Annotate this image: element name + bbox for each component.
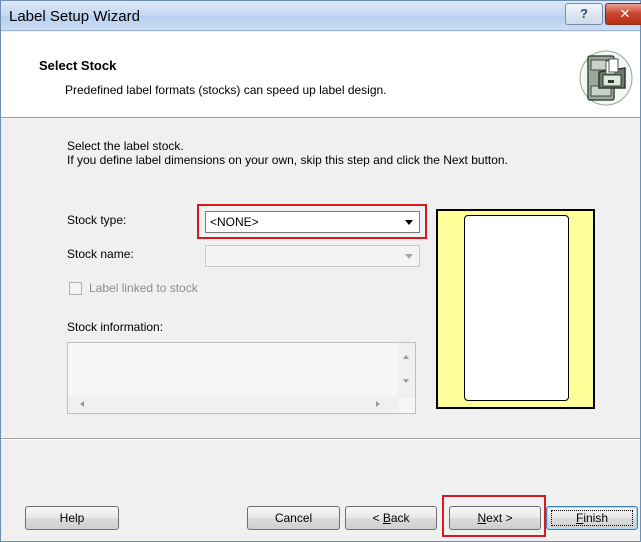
back-button-mnemonic: B [382,511,391,525]
chevron-down-icon [405,254,413,259]
cancel-button-label: Cancel [274,511,313,525]
back-button[interactable]: < Back [345,506,437,530]
help-button[interactable]: Help [25,506,119,530]
finish-button[interactable]: Finish [546,506,638,530]
next-button-mnemonic: N [477,511,487,525]
stock-info-box[interactable] [67,342,416,414]
page-subtitle: Predefined label formats (stocks) can sp… [65,83,387,97]
stock-info-label: Stock information: [67,320,164,334]
scroll-down-icon [403,379,409,383]
page-title: Select Stock [39,58,117,73]
help-title-button[interactable]: ? [565,3,603,25]
horizontal-scrollbar[interactable] [68,397,399,413]
scroll-right-icon [376,401,380,407]
wizard-window: Label Setup Wizard ? ✕ Select Stock Pred… [0,0,641,542]
close-button[interactable]: ✕ [605,3,641,25]
cancel-button[interactable]: Cancel [247,506,340,530]
label-linked-checkbox[interactable] [69,282,82,295]
intro-line-1: Select the label stock. [67,139,184,153]
next-button-rest: ext > [486,511,513,525]
question-icon: ? [580,6,588,21]
back-button-prefix: < [372,511,383,525]
window-title: Label Setup Wizard [9,8,140,25]
stock-name-label: Stock name: [67,247,134,261]
wizard-header: Select Stock Predefined label formats (s… [1,32,640,118]
vertical-scrollbar[interactable] [398,343,415,398]
stock-type-value: <NONE> [210,215,259,229]
back-button-rest: ack [390,511,410,525]
scroll-up-icon [403,355,409,359]
stock-name-dropdown[interactable] [205,245,420,267]
label-preview [436,209,595,409]
chevron-down-icon [405,220,413,225]
label-preview-page [464,215,569,401]
finish-button-rest: inish [583,511,609,525]
close-icon: ✕ [619,6,631,21]
intro-line-2: If you define label dimensions on your o… [67,153,508,167]
label-linked-label: Label linked to stock [89,281,198,295]
footer-divider [1,438,640,440]
next-button[interactable]: Next > [449,506,541,530]
stock-type-dropdown[interactable]: <NONE> [205,211,420,233]
file-cabinet-icon [579,50,633,106]
stock-type-label: Stock type: [67,213,127,227]
help-button-label: Help [59,511,85,525]
scroll-left-icon [80,401,84,407]
title-bar[interactable]: Label Setup Wizard ? ✕ [1,1,641,31]
